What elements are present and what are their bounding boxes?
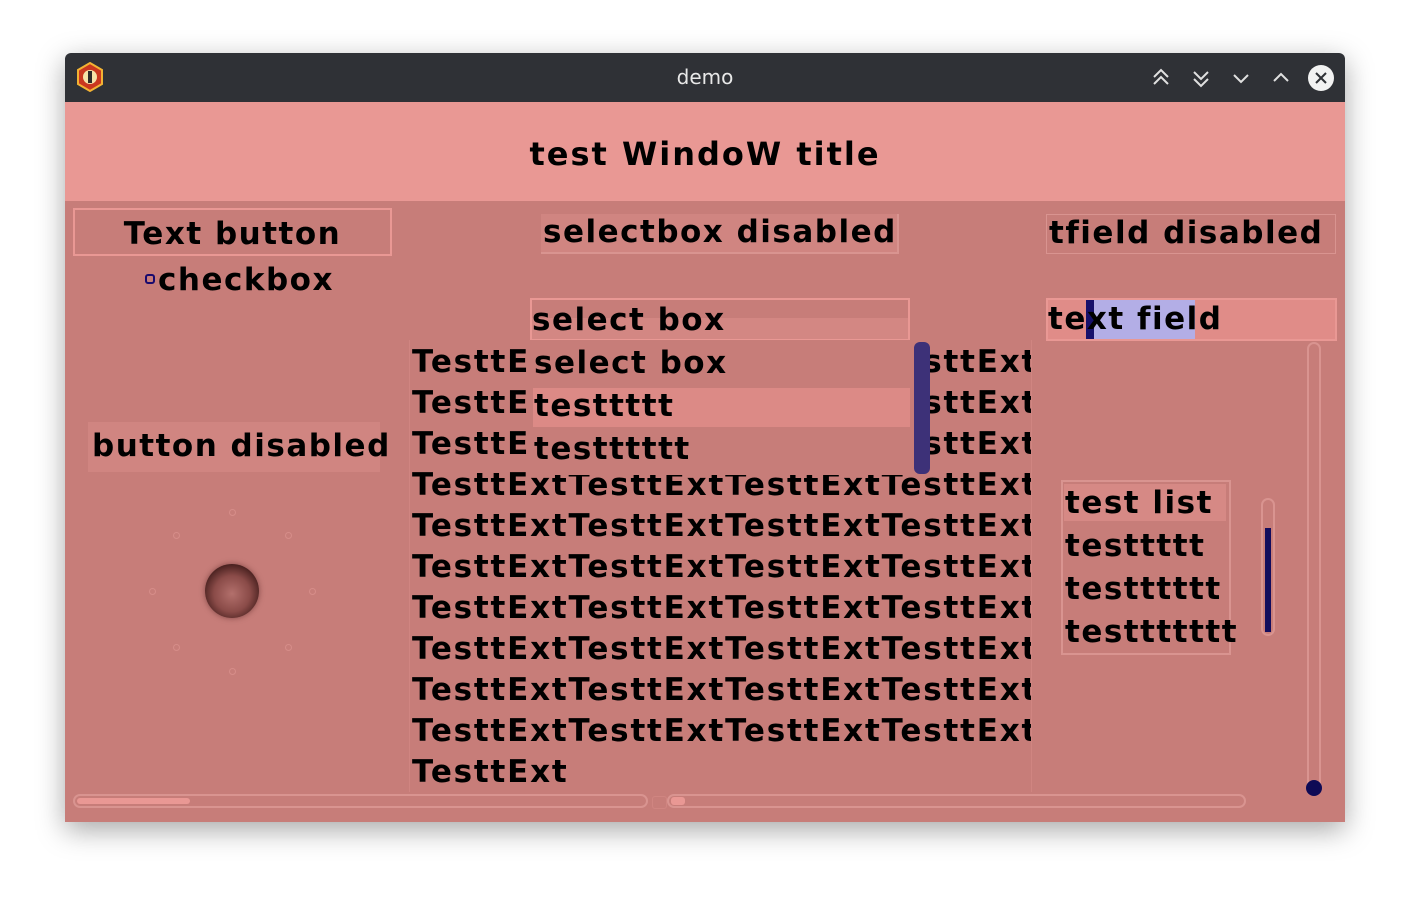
text-line: TesttExtTesttExtTesttExtTesttExt xyxy=(412,672,1032,708)
knob-handle[interactable] xyxy=(205,564,259,618)
text-field-value: text field xyxy=(1048,301,1223,337)
list-item[interactable]: testttttt xyxy=(1065,571,1222,607)
dropdown-option[interactable]: select box xyxy=(534,345,728,381)
selectbox-disabled-label: selectbox disabled xyxy=(543,214,897,250)
page-title: test WindoW title xyxy=(529,135,881,173)
disabled-button: button disabled xyxy=(88,422,389,472)
vertical-slider[interactable] xyxy=(1306,342,1322,796)
keep-below-icon[interactable] xyxy=(1187,64,1215,92)
knob-tick xyxy=(229,509,236,516)
vertical-slider-handle[interactable] xyxy=(1306,780,1322,796)
text-line: TesttExtTesttExtTesttExtTesttExt xyxy=(412,508,1032,544)
list-scrollbar[interactable] xyxy=(1261,498,1275,636)
horizontal-slider-handle[interactable] xyxy=(671,797,685,805)
window-titlebar[interactable]: demo xyxy=(65,53,1345,102)
scrollbar-corner xyxy=(652,796,667,809)
horizontal-scrollbar-thumb[interactable] xyxy=(77,798,190,804)
text-line: TesttExtTesttExtTesttExtTesttExt xyxy=(412,713,1032,749)
knob-tick xyxy=(173,532,180,539)
list-scrollbar-thumb[interactable] xyxy=(1265,528,1271,632)
rotary-knob[interactable] xyxy=(148,507,318,677)
minimize-icon[interactable] xyxy=(1227,64,1255,92)
test-list[interactable]: test list testtttt testttttt testtttttt xyxy=(1061,480,1237,655)
select-box-value: select box xyxy=(532,302,726,338)
text-line: TesttExtTesttExtTesttExtTesttExt xyxy=(412,631,1032,667)
textfield-disabled: tfield disabled xyxy=(1046,214,1336,254)
select-box[interactable]: select box xyxy=(530,298,910,341)
text-line: TesttExt xyxy=(412,754,569,790)
text-button-label: Text button xyxy=(123,216,342,252)
knob-tick xyxy=(285,644,292,651)
text-line: TesttExtTesttExtTesttExtTesttExt xyxy=(412,549,1032,585)
horizontal-scrollbar[interactable] xyxy=(73,794,648,808)
text-button[interactable]: Text button xyxy=(73,208,392,256)
dropdown-option[interactable]: testttttt xyxy=(534,431,691,467)
selectbox-disabled: selectbox disabled xyxy=(541,214,899,254)
maximize-icon[interactable] xyxy=(1267,64,1295,92)
dropdown-scrollbar[interactable] xyxy=(914,342,930,474)
textfield-disabled-value: tfield disabled xyxy=(1049,215,1324,251)
knob-tick xyxy=(309,588,316,595)
close-icon[interactable] xyxy=(1307,64,1335,92)
text-field[interactable]: text field xyxy=(1046,298,1337,341)
dropdown-option[interactable]: testtttt xyxy=(534,388,674,424)
checkbox-box[interactable] xyxy=(145,274,155,284)
knob-tick xyxy=(285,532,292,539)
knob-tick xyxy=(173,644,180,651)
select-box-dropdown[interactable]: select box testtttt testttttt xyxy=(530,340,930,475)
app-header: test WindoW title xyxy=(65,102,1345,201)
list-item[interactable]: testtttttt xyxy=(1065,614,1238,650)
checkbox-label[interactable]: checkbox xyxy=(158,262,334,298)
list-item[interactable]: testtttt xyxy=(1065,528,1205,564)
keep-above-icon[interactable] xyxy=(1147,64,1175,92)
knob-tick xyxy=(149,588,156,595)
horizontal-slider[interactable] xyxy=(667,794,1246,808)
list-item[interactable]: test list xyxy=(1065,485,1213,521)
disabled-button-label: button disabled xyxy=(92,428,391,464)
knob-tick xyxy=(229,668,236,675)
window-content: test WindoW title Text button checkbox s… xyxy=(65,102,1345,822)
text-line: TesttExtTesttExtTesttExtTesttExt xyxy=(412,590,1032,626)
